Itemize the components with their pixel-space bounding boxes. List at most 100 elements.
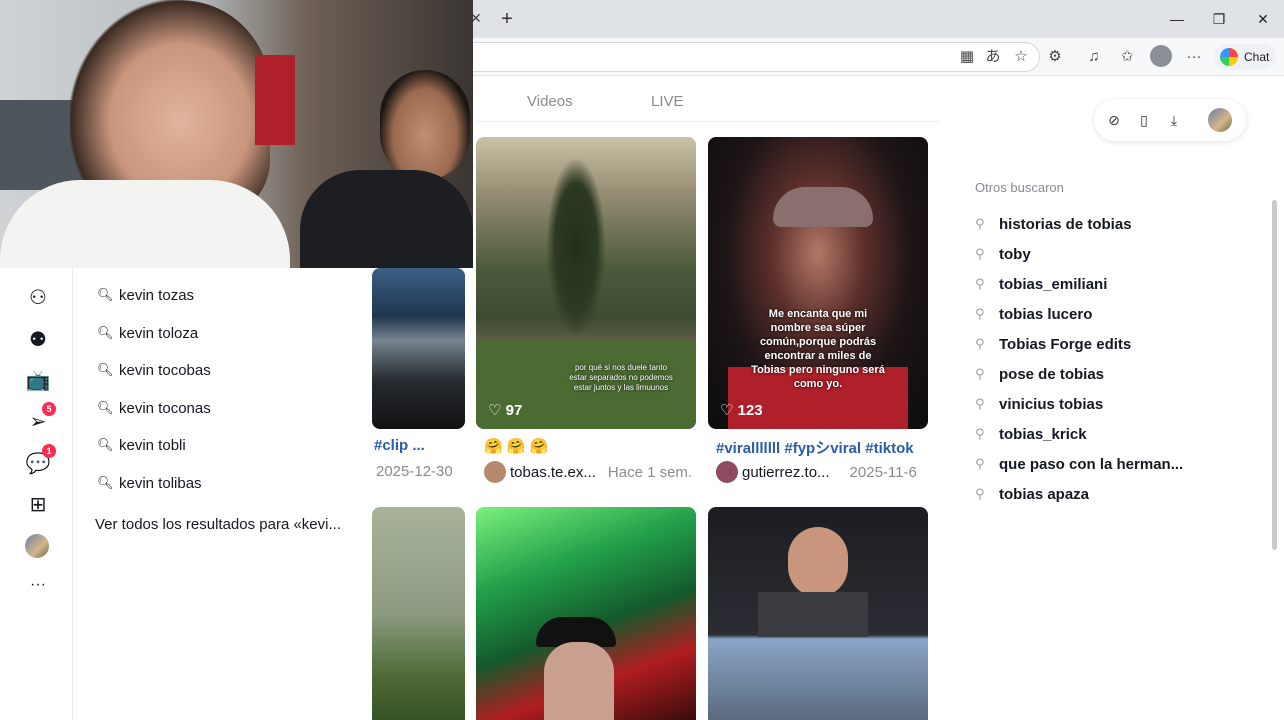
shirt-shape <box>758 592 868 637</box>
person-right-shape <box>380 70 470 180</box>
messages-badge: 1 <box>42 444 56 458</box>
search-icon: ⚲ <box>975 456 985 471</box>
search-icon: ⚲ <box>975 216 985 231</box>
video-card[interactable] <box>372 507 465 720</box>
profile-avatar[interactable] <box>25 534 49 558</box>
webcam-overlay <box>0 0 473 268</box>
video-author[interactable]: gutierrez.to... <box>742 464 830 481</box>
suggestion-item[interactable]: 🔍︎ kevin tolibas <box>97 469 202 497</box>
minimize-button[interactable]: — <box>1162 8 1192 30</box>
more-icon[interactable]: ··· <box>24 571 52 599</box>
likes-count: 97 <box>505 402 523 419</box>
tab-live[interactable]: LIVE <box>651 93 684 110</box>
upload-icon[interactable]: ⊞ <box>24 491 52 519</box>
chat-label: Chat <box>1244 50 1270 64</box>
video-meta: 2025-12-30 <box>376 463 453 480</box>
search-icon: ⚲ <box>975 426 985 441</box>
video-overlay-text: por qué si nos duele tanto estar separad… <box>569 363 673 392</box>
inbox-send-icon[interactable]: ➢ 5 <box>24 402 56 436</box>
others-searched-item[interactable]: ⚲ que paso con la herman... <box>975 449 1183 479</box>
video-caption[interactable]: #viralllllll #fypシviral #tiktok <box>716 437 926 458</box>
following-icon[interactable]: ⚇ <box>24 284 52 312</box>
author-avatar[interactable] <box>484 461 506 483</box>
cap-shape <box>773 187 873 227</box>
search-icon: 🔍︎ <box>97 325 114 340</box>
others-searched-item[interactable]: ⚲ tobias apaza <box>975 479 1089 509</box>
phone-icon[interactable]: ▯ <box>1133 109 1155 131</box>
author-avatar[interactable] <box>716 461 738 483</box>
coins-icon[interactable]: ⊘ <box>1103 109 1125 131</box>
search-suggestions: 🔍︎ kevin tozas 🔍︎ kevin toloza 🔍︎ kevin toc… <box>73 268 372 720</box>
others-searched-item[interactable]: ⚲ toby <box>975 239 1031 269</box>
video-overlay-text: Me encanta que mi nombre sea súper común… <box>751 308 885 390</box>
messages-icon[interactable]: 💬 1 <box>24 444 56 478</box>
search-icon: 🔍︎ <box>97 437 114 452</box>
browser-profile-avatar[interactable] <box>1150 45 1172 67</box>
left-sidebar: ⚇ ⚉ 📺 ➢ 5 💬 1 ⊞ ··· <box>0 268 73 720</box>
tree-shape <box>546 157 606 337</box>
search-icon: ⚲ <box>975 246 985 261</box>
suggestion-item[interactable]: 🔍︎ kevin toloza <box>97 319 198 347</box>
video-date: 2025-12-30 <box>376 463 453 480</box>
video-card[interactable] <box>708 507 928 720</box>
tab-divider <box>476 121 940 122</box>
live-tv-icon[interactable]: 📺 <box>24 367 52 395</box>
search-icon: ⚲ <box>975 366 985 381</box>
new-tab-button[interactable]: + <box>496 8 518 30</box>
translate-icon[interactable]: あ <box>982 46 1004 68</box>
red-light-shape <box>255 55 295 145</box>
face-shape <box>788 527 848 597</box>
extensions-icon[interactable]: ⚙ <box>1044 46 1066 68</box>
others-searched-item[interactable]: ⚲ historias de tobias <box>975 209 1132 239</box>
page-scrollbar[interactable] <box>1272 200 1277 550</box>
video-card[interactable]: por qué si nos duele tanto estar separad… <box>476 137 696 429</box>
search-icon: ⚲ <box>975 306 985 321</box>
others-searched-item[interactable]: ⚲ vinicius tobias <box>975 389 1103 419</box>
video-card[interactable]: Me encanta que mi nombre sea súper común… <box>708 137 928 429</box>
suggestion-item[interactable]: 🔍︎ kevin toconas <box>97 394 211 422</box>
others-searched-item[interactable]: ⚲ Tobias Forge edits <box>975 329 1131 359</box>
see-all-results-link[interactable]: Ver todos los resultados para «kevi... <box>95 516 341 533</box>
inbox-badge: 5 <box>42 402 56 416</box>
search-icon: ⚲ <box>975 486 985 501</box>
video-caption[interactable]: #clip ... <box>374 437 464 454</box>
search-icon: 🔍︎ <box>97 475 114 490</box>
media-icon[interactable]: ♫ <box>1083 46 1105 68</box>
user-avatar[interactable] <box>1208 108 1232 132</box>
download-icon[interactable]: ⤓ <box>1163 109 1185 131</box>
copilot-chat-button[interactable]: Chat <box>1214 44 1276 70</box>
address-bar[interactable] <box>440 42 1040 72</box>
maximize-button[interactable]: ❐ <box>1204 8 1234 30</box>
suggestion-item[interactable]: 🔍︎ kevin tobli <box>97 431 186 459</box>
video-meta: gutierrez.to... 2025-11-6 <box>716 461 917 483</box>
others-searched-item[interactable]: ⚲ pose de tobias <box>975 359 1104 389</box>
favorite-star-icon[interactable]: ☆ <box>1010 46 1032 68</box>
suggestion-item[interactable]: 🔍︎ kevin tozas <box>97 281 194 309</box>
others-searched-title: Otros buscaron <box>975 180 1064 195</box>
others-searched-item[interactable]: ⚲ tobias_emiliani <box>975 269 1107 299</box>
tab-videos[interactable]: Videos <box>527 93 573 110</box>
search-icon: 🔍︎ <box>97 287 114 302</box>
search-icon: ⚲ <box>975 336 985 351</box>
video-meta: tobas.te.ex... Hace 1 sem. <box>484 461 692 483</box>
friends-icon[interactable]: ⚉ <box>24 326 52 354</box>
apps-icon[interactable]: ▦ <box>956 46 978 68</box>
video-card[interactable] <box>476 507 696 720</box>
more-menu-icon[interactable]: ··· <box>1183 46 1205 68</box>
white-shirt-shape <box>0 180 290 268</box>
others-searched-item[interactable]: ⚲ tobias lucero <box>975 299 1092 329</box>
floating-toolbar: ⊘ ▯ ⤓ <box>1094 99 1246 141</box>
video-date: 2025-11-6 <box>849 463 917 481</box>
close-window-button[interactable]: ✕ <box>1248 8 1278 30</box>
search-icon: 🔍︎ <box>97 400 114 415</box>
video-card[interactable] <box>372 268 465 429</box>
face-shape <box>544 642 614 720</box>
video-author[interactable]: tobas.te.ex... <box>510 464 596 481</box>
copilot-icon <box>1220 48 1238 66</box>
others-searched-item[interactable]: ⚲ tobias_krick <box>975 419 1087 449</box>
video-likes: ♡ 97 <box>488 402 523 419</box>
search-icon: ⚲ <box>975 396 985 411</box>
suggestion-item[interactable]: 🔍︎ kevin tocobas <box>97 356 211 384</box>
favorites-list-icon[interactable]: ✩ <box>1116 46 1138 68</box>
video-caption[interactable]: 🤗 🤗 🤗 <box>484 437 548 455</box>
